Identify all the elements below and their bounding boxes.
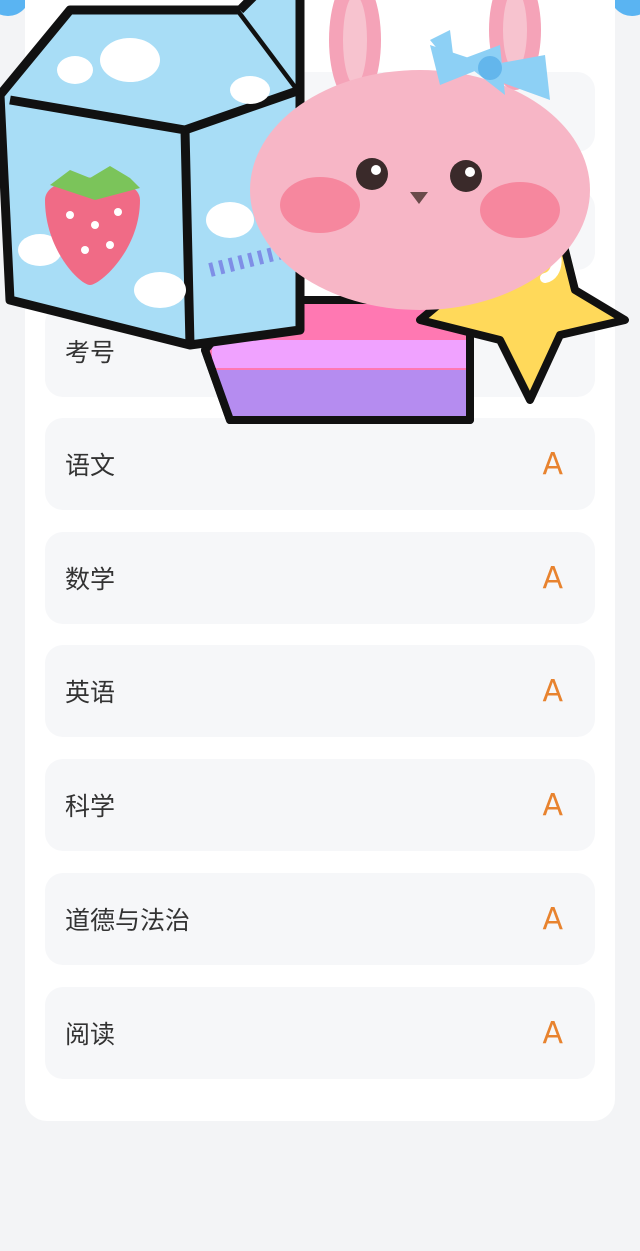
row-hidden <box>45 72 595 152</box>
row-english: 英语 A <box>45 645 595 737</box>
row-hidden-2 <box>45 190 595 270</box>
row-label: 英语 <box>65 678 116 707</box>
row-grade: A <box>542 1015 563 1051</box>
row-morality-law: 道德与法治 A <box>45 873 595 965</box>
grades-card: 考号 语文 A 数学 A 英语 A 科学 A 道德与法治 A 阅读 A <box>25 0 615 1121</box>
row-reading: 阅读 A <box>45 987 595 1079</box>
row-grade: A <box>542 446 563 482</box>
row-math: 数学 A <box>45 532 595 624</box>
row-label: 语文 <box>65 451 116 480</box>
row-label: 道德与法治 <box>65 906 191 935</box>
row-label: 科学 <box>65 792 116 821</box>
row-grade: A <box>542 673 563 709</box>
row-exam-number: 考号 <box>45 305 595 397</box>
row-grade: A <box>542 787 563 823</box>
row-label: 考号 <box>65 338 116 367</box>
row-chinese: 语文 A <box>45 418 595 510</box>
row-grade: A <box>542 560 563 596</box>
row-science: 科学 A <box>45 759 595 851</box>
row-label: 阅读 <box>65 1020 116 1049</box>
row-grade: A <box>542 901 563 937</box>
row-label: 数学 <box>65 565 116 594</box>
